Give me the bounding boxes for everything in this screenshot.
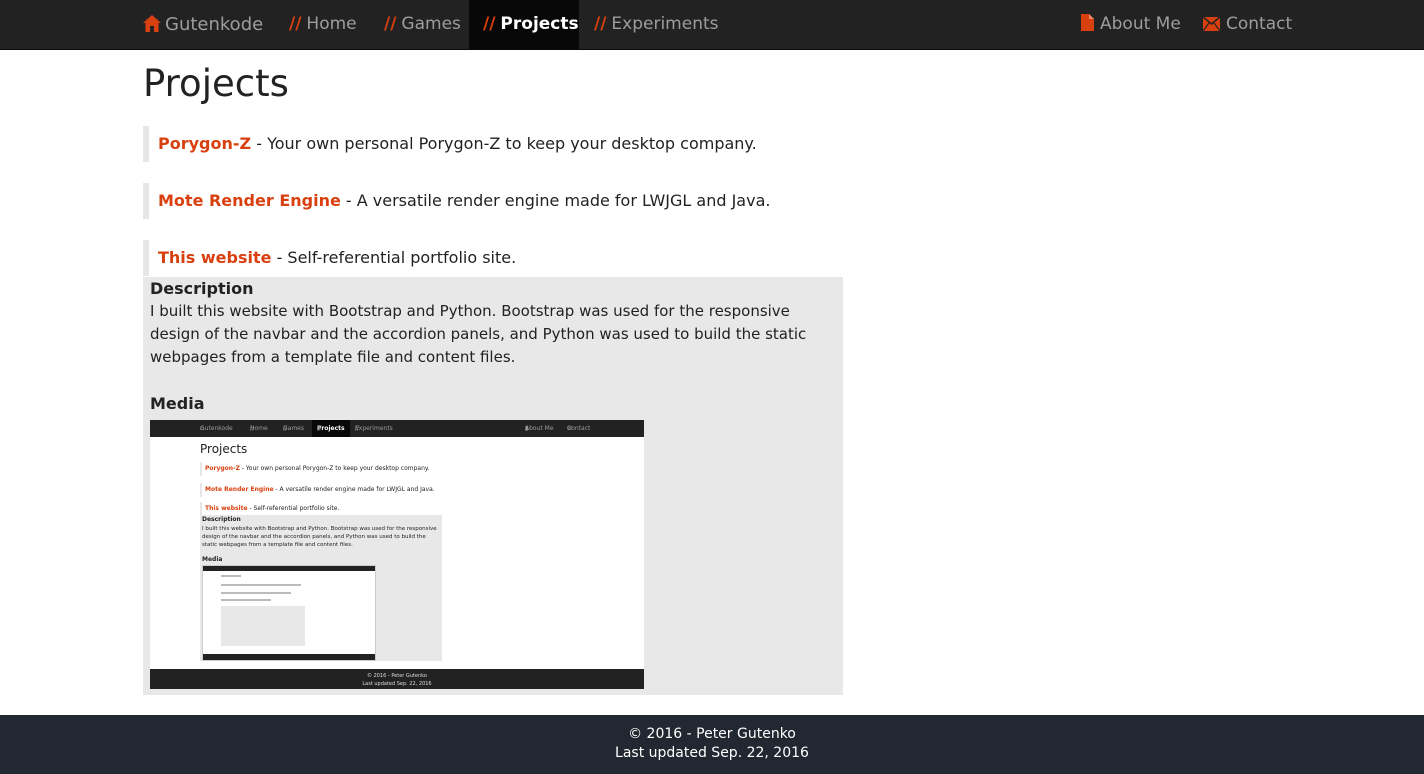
project-link[interactable]: Mote Render Engine [158, 191, 341, 210]
project-description: - A versatile render engine made for LWJ… [340, 191, 771, 210]
project-details-panel: Description I built this website with Bo… [143, 277, 843, 695]
brand-link[interactable]: Gutenkode [143, 0, 263, 49]
nav-item-experiments[interactable]: //Experiments [582, 0, 731, 49]
project-link[interactable]: Porygon-Z [158, 134, 251, 153]
project-link[interactable]: This website [158, 248, 271, 267]
footer: © 2016 - Peter Gutenko Last updated Sep.… [0, 715, 1424, 774]
description-text: I built this website with Bootstrap and … [150, 302, 807, 366]
media-heading: Media [150, 394, 205, 413]
footer-copyright: © 2016 - Peter Gutenko [628, 726, 796, 742]
document-icon [1081, 2, 1094, 51]
nav-item-home[interactable]: //Home [277, 0, 369, 49]
project-item: This website - Self-referential portfoli… [143, 240, 516, 276]
project-description: - Your own personal Porygon-Z to keep yo… [251, 134, 757, 153]
project-item: Mote Render Engine - A versatile render … [143, 183, 770, 219]
project-description: - Self-referential portfolio site. [271, 248, 517, 267]
navbar: Gutenkode //Home //Games //Projects //Ex… [0, 0, 1424, 50]
nav-slash: // [289, 14, 302, 34]
home-icon [143, 2, 161, 51]
description-heading: Description [150, 279, 254, 298]
nav-item-label: About Me [1100, 14, 1181, 34]
media-screenshot: ⌂ Gutenkode // Home // Games // Projects… [150, 420, 644, 689]
envelope-icon [1202, 2, 1221, 51]
nav-slash: // [483, 14, 496, 34]
nav-item-label: Experiments [611, 14, 719, 34]
nav-item-games[interactable]: //Games [372, 0, 473, 49]
nav-slash: // [594, 14, 607, 34]
nav-item-contact[interactable]: Contact [1202, 0, 1293, 51]
page-title: Projects [143, 62, 289, 105]
nav-item-label: Games [401, 14, 461, 34]
nav-item-about-me[interactable]: About Me [1081, 0, 1181, 49]
footer-last-updated: Last updated Sep. 22, 2016 [615, 745, 809, 761]
nav-item-label: Contact [1226, 14, 1293, 34]
nav-item-label: Projects [500, 14, 579, 34]
nav-item-label: Home [306, 14, 357, 34]
project-item: Porygon-Z - Your own personal Porygon-Z … [143, 126, 757, 162]
nav-slash: // [384, 14, 397, 34]
nav-item-projects[interactable]: //Projects [469, 0, 579, 49]
brand-label: Gutenkode [165, 14, 264, 35]
